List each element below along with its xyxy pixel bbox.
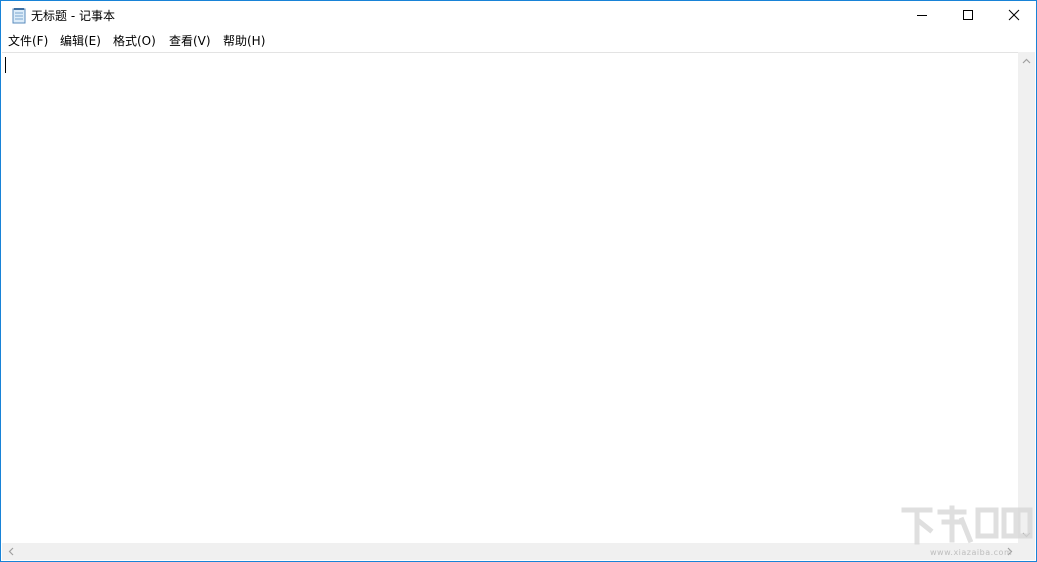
scroll-left-arrow-icon[interactable] xyxy=(2,543,19,560)
notepad-window: 无标题 - 记事本 文件(F) 编辑(E) 格式(O) 查看(V) 帮助(H) xyxy=(0,0,1037,562)
vertical-scrollbar[interactable] xyxy=(1018,52,1035,543)
close-button[interactable] xyxy=(991,1,1037,31)
menu-help[interactable]: 帮助(H) xyxy=(223,33,265,49)
text-caret xyxy=(5,57,6,73)
maximize-icon xyxy=(962,9,974,24)
maximize-button[interactable] xyxy=(945,1,991,31)
horizontal-scrollbar[interactable] xyxy=(2,543,1018,560)
menu-bar: 文件(F) 编辑(E) 格式(O) 查看(V) 帮助(H) xyxy=(1,31,1036,51)
watermark-site-text: www.xiazaiba.com xyxy=(930,548,1013,557)
scroll-up-arrow-icon[interactable] xyxy=(1018,52,1035,69)
minimize-button[interactable] xyxy=(899,1,945,31)
menu-view[interactable]: 查看(V) xyxy=(169,33,211,49)
menu-file[interactable]: 文件(F) xyxy=(8,33,48,49)
menu-edit[interactable]: 编辑(E) xyxy=(60,33,101,49)
title-bar[interactable]: 无标题 - 记事本 xyxy=(1,1,1036,31)
minimize-icon xyxy=(916,9,928,24)
menu-format[interactable]: 格式(O) xyxy=(113,33,156,49)
window-title: 无标题 - 记事本 xyxy=(31,9,115,23)
close-icon xyxy=(1008,9,1020,24)
notepad-icon xyxy=(11,8,27,24)
text-editor[interactable] xyxy=(2,52,1018,544)
